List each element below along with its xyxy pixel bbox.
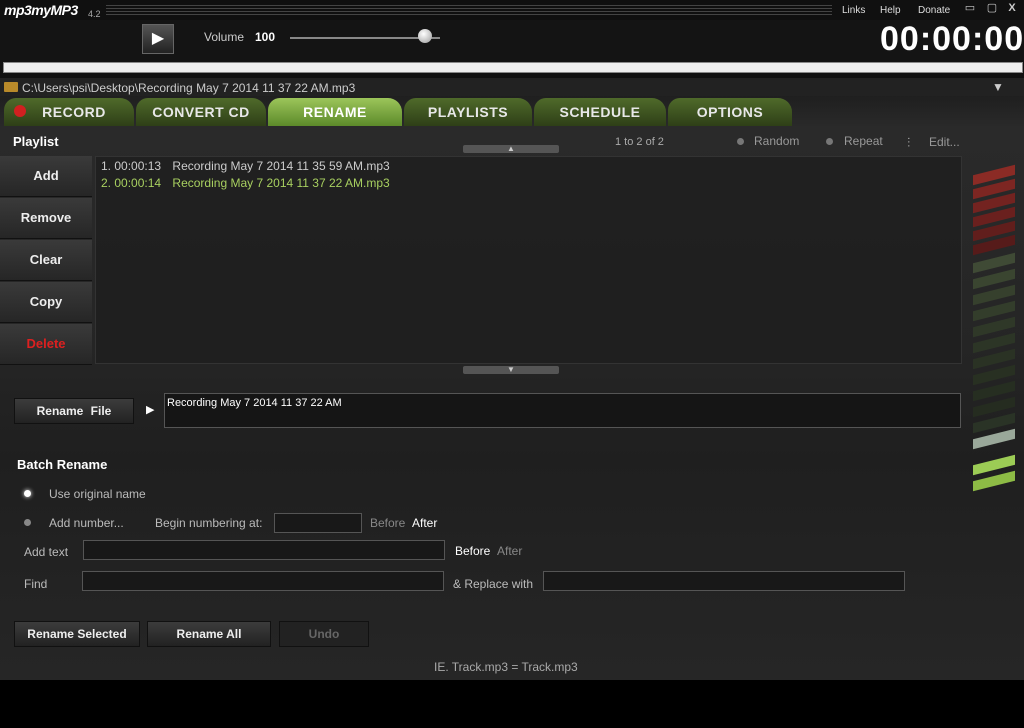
arrow-right-icon: ▶ (146, 404, 155, 416)
links-link[interactable]: Links (842, 5, 865, 16)
item-time: 00:00:14 (114, 176, 162, 190)
number-after-option[interactable]: After (412, 516, 437, 530)
minimize-icon[interactable]: ▭ (964, 3, 976, 14)
app-version: 4.2 (88, 9, 101, 19)
tab-schedule[interactable]: SCHEDULE (534, 98, 666, 126)
random-radio[interactable] (737, 138, 744, 145)
list-item[interactable]: 1. 00:00:13 Recording May 7 2014 11 35 5… (101, 159, 390, 173)
scroll-up-button[interactable]: ▲ (463, 145, 559, 153)
item-number: 2. (101, 176, 112, 190)
item-name: Recording May 7 2014 11 37 22 AM.mp3 (172, 176, 390, 190)
find-label: Find (24, 577, 48, 591)
waveform-icon[interactable]: ⫶ (907, 135, 910, 151)
delete-button[interactable]: Delete (0, 324, 92, 365)
example-text: IE. Track.mp3 = Track.mp3 (434, 660, 578, 674)
text-after-option[interactable]: After (497, 544, 522, 558)
begin-numbering-input[interactable] (274, 513, 362, 533)
app-logo: mp3myMP3 (4, 2, 78, 18)
list-item[interactable]: 2. 00:00:14 Recording May 7 2014 11 37 2… (101, 176, 390, 190)
rename-selected-button[interactable]: Rename Selected (14, 621, 140, 647)
close-icon[interactable]: X (1006, 3, 1018, 14)
undo-button[interactable]: Undo (279, 621, 369, 647)
playlist-count: 1 to 2 of 2 (615, 136, 664, 148)
progress-bar[interactable] (3, 62, 1023, 73)
tab-convert-cd[interactable]: CONVERT CD (136, 98, 266, 126)
tab-options[interactable]: OPTIONS (668, 98, 792, 126)
use-original-radio[interactable] (24, 490, 31, 497)
volume-value: 100 (255, 30, 276, 44)
play-button[interactable]: ▶ (142, 24, 174, 54)
file-label: File (90, 404, 112, 418)
rename-all-button[interactable]: Rename All (147, 621, 271, 647)
item-time: 00:00:13 (114, 159, 162, 173)
help-link[interactable]: Help (880, 5, 901, 16)
rename-file-button[interactable]: Rename File (14, 398, 134, 424)
rename-label: Rename (36, 404, 84, 418)
clear-button[interactable]: Clear (0, 240, 92, 281)
repeat-label[interactable]: Repeat (844, 134, 883, 148)
item-number: 1. (101, 159, 112, 173)
text-before-option[interactable]: Before (455, 544, 490, 558)
number-before-option[interactable]: Before (370, 516, 405, 530)
rename-value: Recording May 7 2014 11 37 22 AM (167, 397, 342, 409)
begin-numbering-label: Begin numbering at: (155, 516, 263, 530)
tab-playlists[interactable]: PLAYLISTS (404, 98, 532, 126)
batch-rename-title: Batch Rename (17, 457, 108, 472)
file-path: C:\Users\psi\Desktop\Recording May 7 201… (22, 81, 356, 95)
add-number-label[interactable]: Add number... (49, 516, 124, 530)
add-number-radio[interactable] (24, 519, 31, 526)
replace-input[interactable] (543, 571, 905, 591)
tab-rename[interactable]: RENAME (268, 98, 402, 126)
add-text-input[interactable] (83, 540, 445, 560)
random-label[interactable]: Random (754, 134, 799, 148)
repeat-radio[interactable] (826, 138, 833, 145)
folder-icon[interactable] (4, 82, 18, 92)
title-drag-area[interactable] (106, 5, 832, 16)
scroll-down-button[interactable]: ▼ (463, 366, 559, 374)
playlist-title: Playlist (13, 134, 59, 149)
donate-link[interactable]: Donate (918, 5, 950, 16)
add-button[interactable]: Add (0, 156, 92, 197)
item-name: Recording May 7 2014 11 35 59 AM.mp3 (172, 159, 390, 173)
find-input[interactable] (82, 571, 444, 591)
footer (0, 680, 1024, 728)
record-dot-icon (14, 105, 26, 117)
use-original-label[interactable]: Use original name (49, 487, 146, 501)
chevron-down-icon[interactable]: ▼ (992, 80, 1004, 94)
add-text-label: Add text (24, 545, 69, 559)
replace-with-label: & Replace with (453, 577, 534, 591)
volume-knob[interactable] (418, 29, 432, 43)
time-display: 00:00:00 (880, 20, 1024, 58)
volume-label: Volume (204, 30, 245, 44)
copy-button[interactable]: Copy (0, 282, 92, 323)
remove-button[interactable]: Remove (0, 198, 92, 239)
edit-link[interactable]: Edit... (929, 135, 960, 149)
maximize-icon[interactable]: ▢ (986, 3, 998, 14)
